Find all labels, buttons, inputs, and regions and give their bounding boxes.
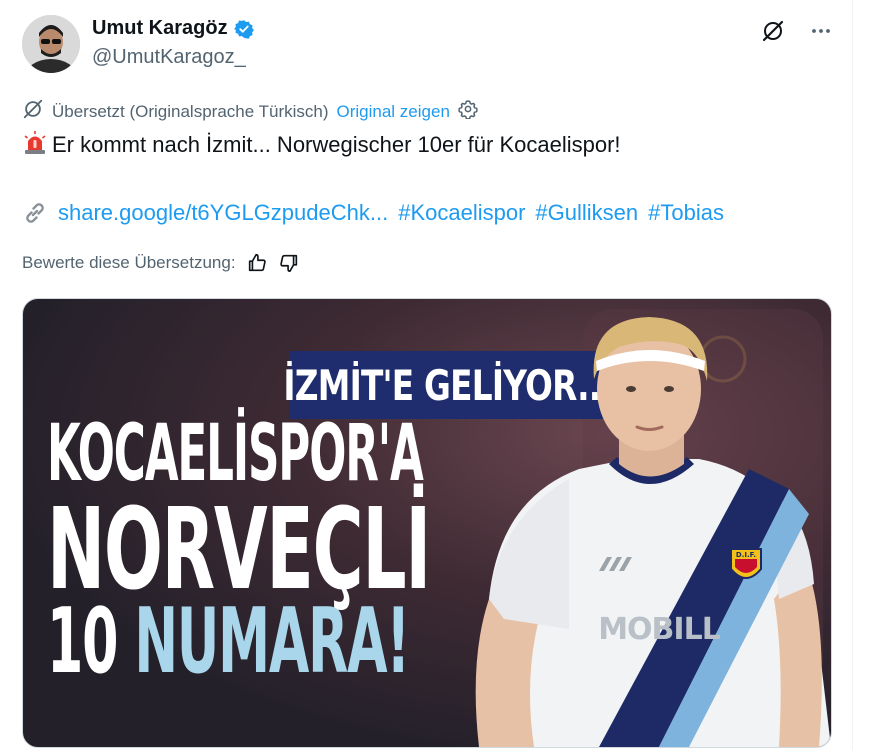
thumbs-down-icon[interactable]	[278, 252, 300, 274]
hashtag-kocaelispor[interactable]: #Kocaelispor	[398, 198, 525, 228]
author-name-row: Umut Karagöz	[92, 17, 254, 40]
hashtag-gulliksen[interactable]: #Gulliksen	[535, 198, 638, 228]
rate-translation-row: Bewerte diese Übersetzung:	[22, 252, 300, 274]
translation-status: Übersetzt (Originalsprache Türkisch)	[52, 101, 329, 121]
settings-icon[interactable]	[458, 99, 478, 124]
media-headline-number: 10	[47, 589, 118, 694]
club-crest-text: D.I.F.	[736, 551, 756, 559]
share-link[interactable]: share.google/t6YGLGzpudeChk...	[58, 198, 388, 228]
grok-icon[interactable]	[760, 18, 786, 44]
link-icon	[22, 200, 48, 226]
author-handle[interactable]: @UmutKaragoz_	[92, 46, 246, 69]
tweet-links-row: share.google/t6YGLGzpudeChk... #Kocaelis…	[22, 198, 724, 228]
tweet-top-actions	[760, 18, 834, 44]
tweet-body: Er kommt nach İzmit... Norwegischer 10er…	[52, 132, 621, 157]
avatar-photo	[22, 15, 80, 73]
hashtag-tobias[interactable]: #Tobias	[648, 198, 724, 228]
show-original-link[interactable]: Original zeigen	[337, 102, 450, 122]
verified-badge-icon	[233, 19, 254, 39]
timeline-border	[852, 0, 853, 750]
thumbs-up-icon[interactable]	[246, 252, 268, 274]
translate-icon	[22, 98, 44, 125]
rate-translation-label: Bewerte diese Übersetzung:	[22, 253, 236, 272]
author-name[interactable]: Umut Karagöz	[92, 17, 228, 40]
player-photo: D.I.F. MOBILL	[475, 317, 831, 747]
media-headline-word: NUMARA!	[134, 589, 410, 694]
more-icon[interactable]	[808, 18, 834, 44]
tweet-media-image[interactable]: İZMİT'E GELİYOR... KOCAELİSPOR'A NORVEÇL…	[22, 298, 832, 748]
tweet-text: Er kommt nach İzmit... Norwegischer 10er…	[22, 130, 621, 160]
translation-row: Übersetzt (Originalsprache Türkisch) Ori…	[22, 98, 478, 125]
shirt-sponsor: MOBILL	[598, 612, 721, 647]
media-headline-line3: 10 NUMARA!	[47, 589, 410, 694]
avatar[interactable]	[22, 15, 80, 73]
siren-emoji-icon	[22, 130, 48, 156]
